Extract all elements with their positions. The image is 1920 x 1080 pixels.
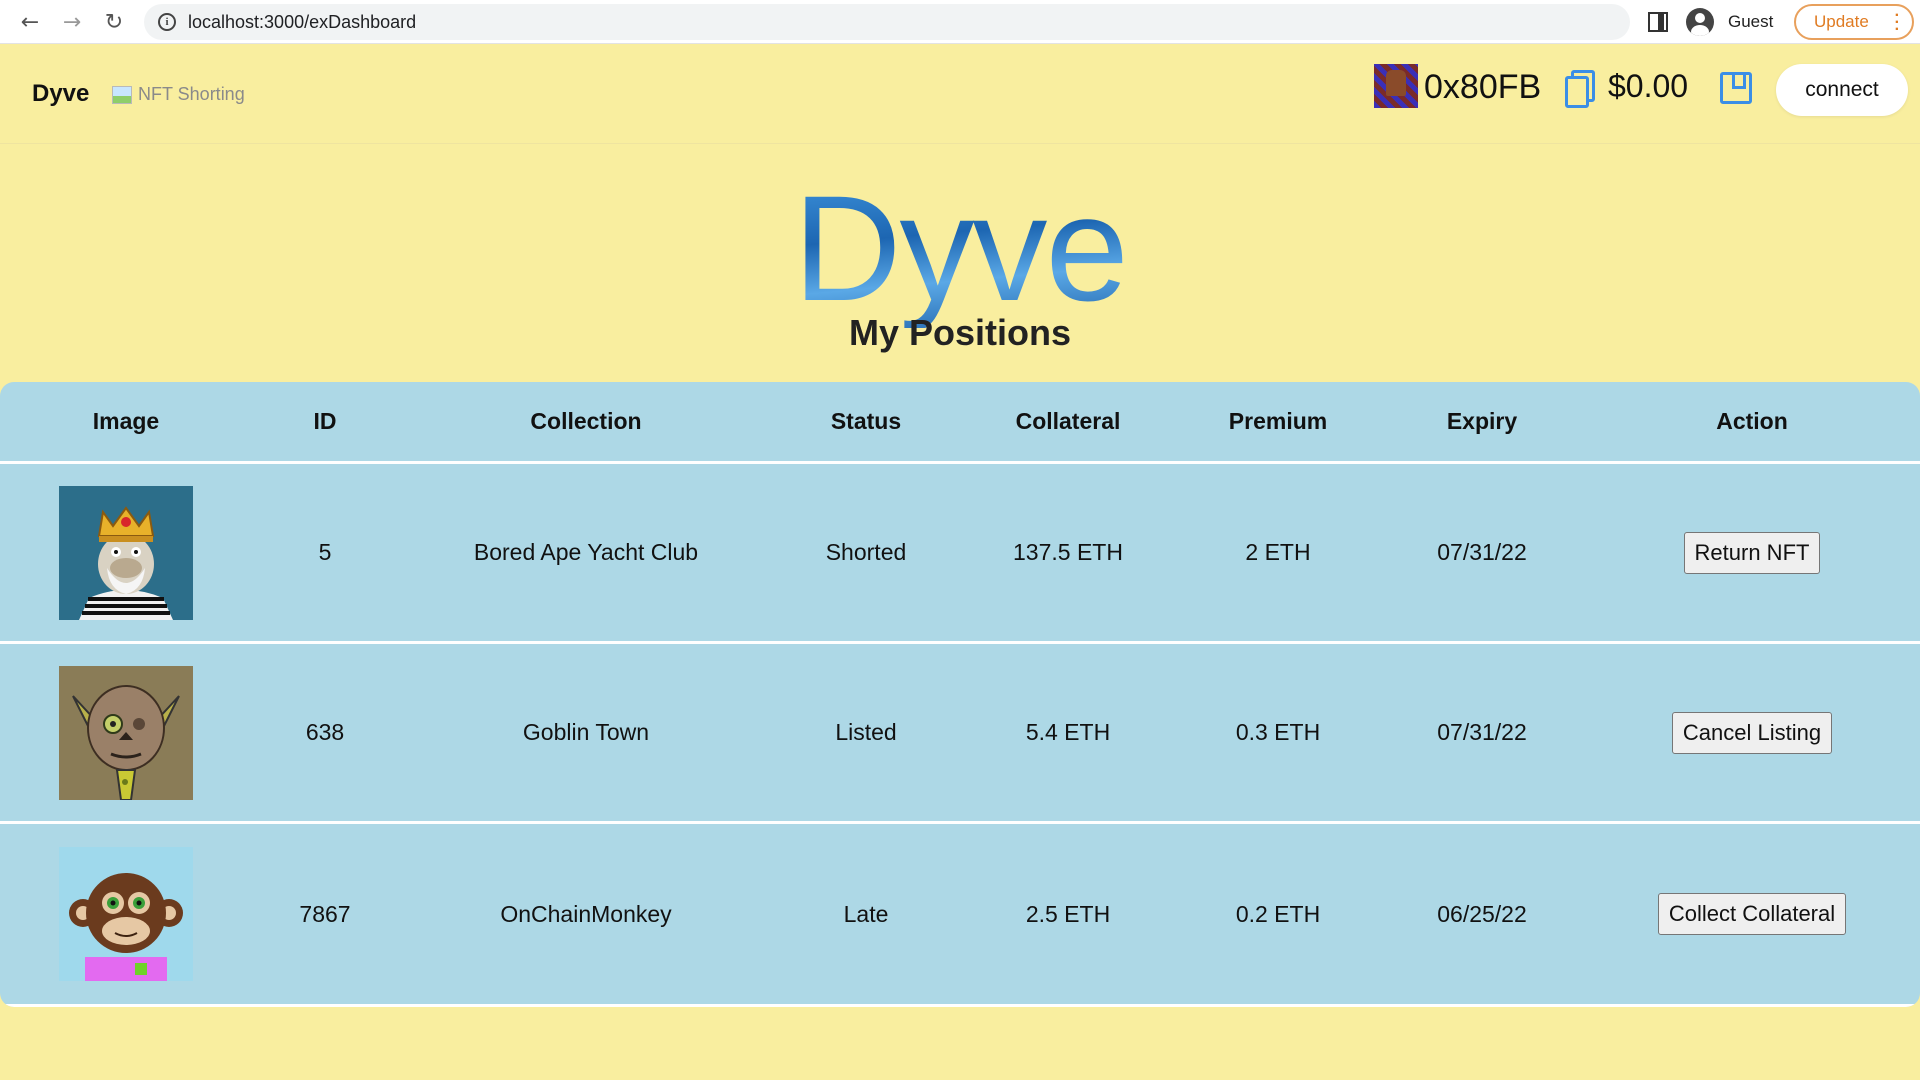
- expiry-cell: 06/25/22: [1437, 900, 1527, 927]
- collection-cell: Bored Ape Yacht Club: [473, 539, 699, 565]
- image-cell: [26, 644, 226, 821]
- id-cell: 638: [305, 719, 345, 745]
- brand-name[interactable]: Dyve: [32, 80, 89, 108]
- collateral-cell: 137.5 ETH: [1013, 539, 1123, 565]
- status-cell: Shorted: [825, 539, 907, 565]
- update-button[interactable]: Update · · ·: [1794, 4, 1914, 40]
- column-header-collection: Collection: [530, 408, 642, 434]
- hero-title: Dyve: [0, 168, 1920, 328]
- status-cell: Listed: [835, 719, 897, 745]
- nft-thumbnail-bored-ape: [59, 485, 193, 620]
- browser-toolbar: ← → ↻ i localhost:3000/exDashboard Guest…: [0, 0, 1920, 44]
- table-header-row: Image ID Collection Status Collateral Pr…: [0, 382, 1920, 464]
- nft-thumbnail-goblin: [59, 665, 193, 800]
- action-cell: Cancel Listing: [1602, 644, 1902, 821]
- wallet-address: 0x80FB: [1424, 68, 1542, 106]
- status-cell: Late: [843, 900, 889, 927]
- id-cell: 5: [318, 539, 332, 565]
- collateral-cell: 5.4 ETH: [1025, 719, 1111, 745]
- page-title: My Positions: [848, 312, 1072, 353]
- expiry-cell: 07/31/22: [1437, 719, 1527, 745]
- profile-avatar-icon: [1686, 8, 1714, 36]
- action-cell: Collect Collateral: [1602, 824, 1902, 1004]
- collection-cell: OnChainMonkey: [500, 900, 672, 927]
- forward-arrow-icon[interactable]: →: [58, 8, 86, 36]
- site-info-icon[interactable]: i: [158, 13, 176, 31]
- column-header-id: ID: [313, 408, 337, 434]
- copy-icon[interactable]: [1565, 70, 1595, 108]
- column-header-expiry: Expiry: [1446, 408, 1518, 434]
- column-header-collateral: Collateral: [1015, 408, 1121, 434]
- connect-button[interactable]: connect: [1776, 64, 1908, 116]
- nft-shorting-label: NFT Shorting: [138, 84, 245, 104]
- table-row: 638 Goblin Town Listed 5.4 ETH 0.3 ETH 0…: [0, 644, 1920, 824]
- more-vert-icon[interactable]: · · ·: [1895, 8, 1900, 38]
- return-nft-button[interactable]: Return NFT: [1683, 531, 1821, 574]
- action-cell: Return NFT: [1602, 464, 1902, 641]
- collateral-cell: 2.5 ETH: [1025, 900, 1111, 927]
- nft-thumbnail-monkey: [59, 847, 193, 981]
- wallet-avatar: [1374, 64, 1418, 108]
- wallet-balance: $0.00: [1608, 68, 1689, 104]
- broken-image-icon: [112, 85, 132, 104]
- column-header-action: Action: [1716, 408, 1788, 434]
- premium-cell: 0.2 ETH: [1235, 900, 1321, 927]
- app-header: Dyve NFT Shorting 0x80FB $0.00 connect: [0, 44, 1920, 144]
- positions-table: Image ID Collection Status Collateral Pr…: [0, 382, 1920, 1007]
- profile-name: Guest: [1728, 12, 1774, 31]
- nft-shorting-link[interactable]: NFT Shorting: [112, 84, 245, 105]
- column-header-image: Image: [92, 408, 160, 434]
- column-header-status: Status: [830, 408, 902, 434]
- reload-icon[interactable]: ↻: [100, 8, 128, 36]
- cancel-listing-button[interactable]: Cancel Listing: [1671, 711, 1833, 754]
- premium-cell: 2 ETH: [1245, 539, 1311, 565]
- image-cell: [26, 824, 226, 1004]
- id-cell: 7867: [299, 900, 351, 927]
- table-row: 7867 OnChainMonkey Late 2.5 ETH 0.2 ETH …: [0, 824, 1920, 1007]
- table-row: 5 Bored Ape Yacht Club Shorted 137.5 ETH…: [0, 464, 1920, 644]
- collection-cell: Goblin Town: [522, 719, 650, 745]
- premium-cell: 0.3 ETH: [1235, 719, 1321, 745]
- back-arrow-icon[interactable]: ←: [16, 8, 44, 36]
- column-header-premium: Premium: [1228, 408, 1328, 434]
- profile-button[interactable]: Guest: [1686, 6, 1773, 38]
- save-icon[interactable]: [1720, 72, 1752, 104]
- side-panel-icon[interactable]: [1648, 12, 1668, 32]
- image-cell: [26, 464, 226, 641]
- address-bar[interactable]: i localhost:3000/exDashboard: [144, 4, 1630, 40]
- expiry-cell: 07/31/22: [1437, 539, 1527, 565]
- url-text[interactable]: localhost:3000/exDashboard: [188, 12, 416, 33]
- collect-collateral-button[interactable]: Collect Collateral: [1657, 893, 1847, 935]
- update-label: Update: [1814, 12, 1869, 31]
